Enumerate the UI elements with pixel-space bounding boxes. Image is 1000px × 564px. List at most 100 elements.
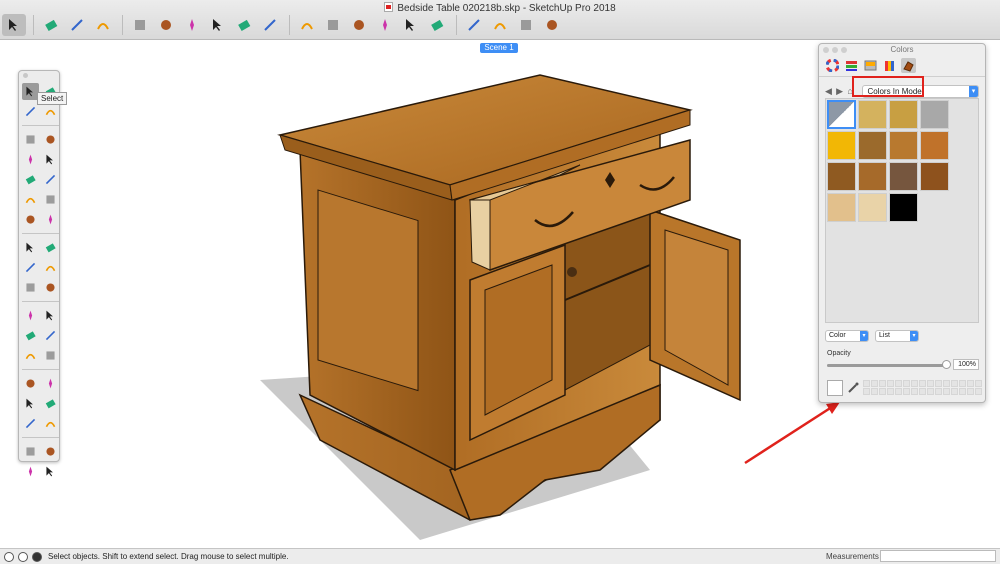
pencils-icon[interactable] [882,58,897,73]
material-swatch[interactable] [827,193,856,222]
material-swatch[interactable] [827,100,856,129]
tool-walk[interactable] [42,443,59,460]
favorite-well[interactable] [951,388,958,395]
favorite-well[interactable] [911,380,918,387]
orbit-button[interactable] [347,14,371,36]
material-swatch[interactable] [827,162,856,191]
minimize-dot[interactable] [832,47,838,53]
zoom-dot[interactable] [841,47,847,53]
favorite-well[interactable] [935,380,942,387]
measurements-field[interactable] [880,550,996,562]
current-color-well[interactable] [827,380,843,396]
material-swatch[interactable] [858,162,887,191]
opacity-knob[interactable] [942,360,951,369]
favorite-well[interactable] [903,380,910,387]
eraser-button[interactable] [39,14,63,36]
tool-offset[interactable] [42,279,59,296]
opacity-value[interactable]: 100% [953,359,979,370]
favorite-well[interactable] [951,380,958,387]
user-icon[interactable] [32,551,42,562]
layout-button[interactable] [514,14,538,36]
view-mode-dropdown[interactable]: List ▾ [875,330,919,342]
tool-pan[interactable] [42,375,59,392]
line-button[interactable] [65,14,89,36]
color-mode-dropdown[interactable]: Color ▾ [825,330,869,342]
favorite-well[interactable] [959,388,966,395]
favorite-well[interactable] [927,380,934,387]
shapes-button[interactable] [128,14,152,36]
tool-rectangle[interactable] [22,151,39,168]
favorite-well[interactable] [863,388,870,395]
material-swatch[interactable] [920,162,949,191]
material-swatch[interactable] [858,193,887,222]
eyedropper-icon[interactable] [847,382,859,394]
material-swatch[interactable] [920,131,949,160]
opacity-slider[interactable] [827,360,951,369]
favorite-well[interactable] [879,388,886,395]
tool-line[interactable] [22,131,39,148]
favorite-well[interactable] [887,388,894,395]
color-wheel-icon[interactable] [825,58,840,73]
tool-paint-bucket[interactable] [22,103,39,120]
favorite-well[interactable] [967,388,974,395]
close-dot[interactable] [823,47,829,53]
tool-eraser[interactable] [42,103,59,120]
tool-dimension[interactable] [42,307,59,324]
material-swatch[interactable] [889,162,918,191]
tool-position-camera[interactable] [22,443,39,460]
image-palette-icon[interactable] [863,58,878,73]
offset-button[interactable] [180,14,204,36]
tool-axes[interactable] [22,347,39,364]
push-pull-button[interactable] [154,14,178,36]
favorite-well[interactable] [935,388,942,395]
material-swatch[interactable] [858,131,887,160]
material-swatch[interactable] [889,131,918,160]
favorite-well[interactable] [895,388,902,395]
select-button[interactable] [2,14,26,36]
favorite-well[interactable] [975,380,982,387]
tool-previous[interactable] [42,415,59,432]
tool-3-point-arc[interactable] [22,211,39,228]
favorite-well[interactable] [887,380,894,387]
tool-rotate[interactable] [22,259,39,276]
tool-scale[interactable] [22,279,39,296]
tool-pie[interactable] [42,191,59,208]
tool-circle[interactable] [22,171,39,188]
text-button[interactable] [295,14,319,36]
material-swatch[interactable] [889,100,918,129]
tab-scene-1[interactable]: Scene 1 [480,43,518,53]
zoom-extents-button[interactable] [425,14,449,36]
rotate-button[interactable] [232,14,256,36]
3d-warehouse-button[interactable] [462,14,486,36]
tool-push-pull[interactable] [42,239,59,256]
material-swatch[interactable] [920,100,949,129]
tool-move[interactable] [22,239,39,256]
zoom-button[interactable] [399,14,423,36]
arc-button[interactable] [91,14,115,36]
tool-2-point-arc[interactable] [42,211,59,228]
material-swatch[interactable] [858,100,887,129]
material-swatch[interactable] [889,193,918,222]
tool-orbit[interactable] [22,375,39,392]
favorite-well[interactable] [871,388,878,395]
favorite-well[interactable] [927,388,934,395]
tool-polygon[interactable] [42,171,59,188]
pan-button[interactable] [373,14,397,36]
tool-tape-measure[interactable] [22,307,39,324]
tool-3d-text[interactable] [42,347,59,364]
favorite-well[interactable] [943,388,950,395]
scale-button[interactable] [258,14,282,36]
tool-arc[interactable] [22,191,39,208]
forward-arrow-icon[interactable]: ▶ [836,86,844,96]
material-swatch[interactable] [827,131,856,160]
favorite-well[interactable] [903,388,910,395]
tool-text[interactable] [42,327,59,344]
geo-location-icon[interactable] [18,551,28,562]
tool-freehand[interactable] [42,131,59,148]
tool-zoom-window[interactable] [42,395,59,412]
tool-zoom-extents[interactable] [22,415,39,432]
favorite-well[interactable] [871,380,878,387]
extension-manager-button[interactable] [540,14,564,36]
favorite-well[interactable] [975,388,982,395]
favorite-well[interactable] [895,380,902,387]
